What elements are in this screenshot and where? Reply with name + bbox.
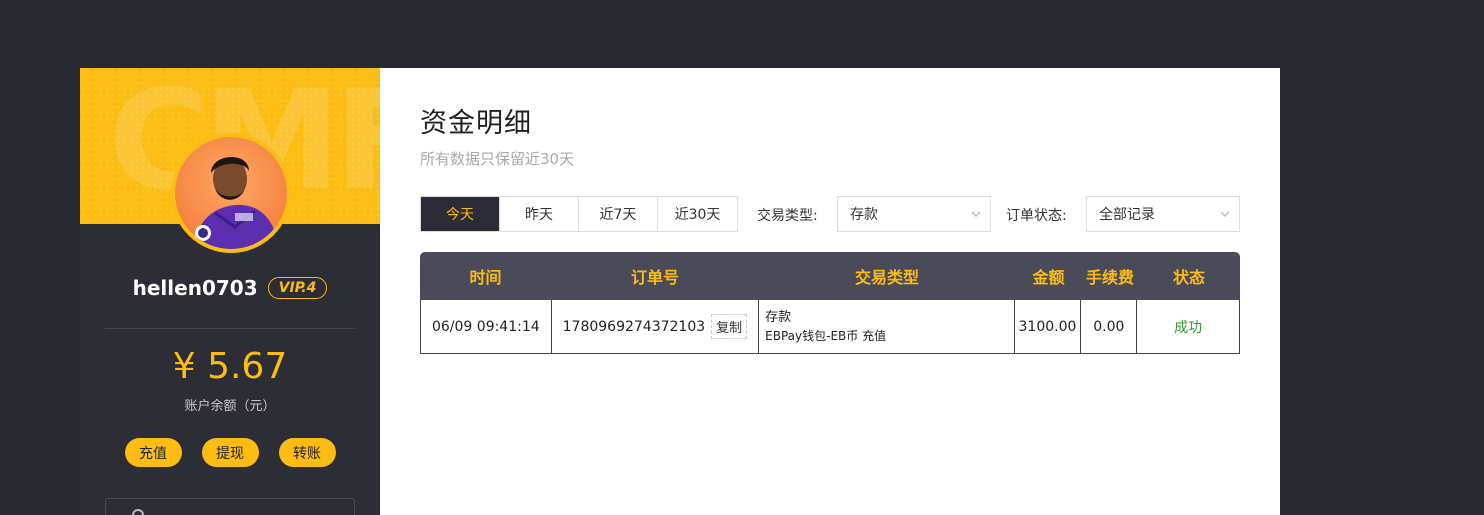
order-status-value: 全部记录 — [1099, 207, 1155, 223]
transaction-type-label: 交易类型: — [757, 208, 818, 224]
column-header-amount: 金额 — [1032, 268, 1065, 287]
sidebar-search-box[interactable] — [105, 498, 355, 515]
order-status-label: 订单状态: — [1006, 208, 1067, 224]
tab-last-7-days[interactable]: 近7天 — [579, 197, 658, 231]
tab-yesterday[interactable]: 昨天 — [500, 197, 579, 231]
table-header: 时间 订单号 交易类型 金额 手续费 状态 — [420, 252, 1240, 300]
vip-badge: VIP.4 — [267, 277, 328, 299]
cell-status: 成功 — [1137, 300, 1239, 353]
cell-time: 06/09 09:41:14 — [421, 300, 552, 353]
avatar[interactable] — [171, 133, 291, 253]
cell-order-no: 1780969274372103 复制 — [552, 300, 760, 353]
order-status-select[interactable]: 全部记录 — [1086, 196, 1240, 232]
column-header-time: 时间 — [469, 268, 502, 287]
deposit-button[interactable]: 充值 — [124, 438, 182, 467]
table-row: 06/09 09:41:14 1780969274372103 复制 存款 EB… — [420, 300, 1240, 354]
order-number: 1780969274372103 — [562, 318, 706, 335]
user-info: hellen0703 VIP.4 — [80, 276, 380, 300]
date-range-tabs: 今天 昨天 近7天 近30天 — [420, 196, 738, 232]
page-title: 资金明细 — [420, 108, 532, 139]
type-main: 存款 — [765, 309, 792, 325]
search-icon — [132, 509, 144, 515]
transactions-table: 时间 订单号 交易类型 金额 手续费 状态 06/09 09:41:14 178… — [420, 252, 1240, 354]
cell-amount: 3100.00 — [1015, 300, 1082, 353]
withdraw-button[interactable]: 提现 — [201, 438, 259, 467]
fund-details-panel: 资金明细 所有数据只保留近30天 今天 昨天 近7天 近30天 交易类型: 存款… — [380, 68, 1280, 515]
status-badge: 成功 — [1174, 319, 1203, 336]
tab-last-30-days[interactable]: 近30天 — [658, 197, 737, 231]
column-header-order-no: 订单号 — [630, 268, 679, 287]
transfer-button[interactable]: 转账 — [278, 438, 336, 467]
transaction-type-select[interactable]: 存款 — [837, 196, 991, 232]
column-header-status: 状态 — [1172, 268, 1205, 287]
transaction-type-value: 存款 — [850, 207, 878, 223]
avatar-image — [175, 137, 287, 249]
chevron-down-icon — [971, 211, 981, 217]
tab-today[interactable]: 今天 — [421, 197, 500, 231]
type-detail: EBPay钱包-EB币 充值 — [765, 328, 887, 343]
cell-type: 存款 EBPay钱包-EB币 充值 — [759, 300, 1015, 353]
account-actions: 充值 提现 转账 — [80, 438, 380, 467]
page-subtitle: 所有数据只保留近30天 — [420, 150, 575, 168]
column-header-type: 交易类型 — [854, 268, 919, 287]
account-sidebar: CMF hellen0703 VIP.4 ¥ 5.67 账户余额（元） — [80, 68, 380, 515]
account-balance: ¥ 5.67 — [172, 346, 288, 387]
balance-label: 账户余额（元） — [184, 399, 276, 414]
column-header-fee: 手续费 — [1085, 268, 1134, 287]
divider — [105, 328, 355, 329]
copy-button[interactable]: 复制 — [711, 314, 748, 339]
cell-fee: 0.00 — [1081, 300, 1138, 353]
chevron-down-icon — [1220, 211, 1230, 217]
username: hellen0703 — [132, 276, 258, 300]
